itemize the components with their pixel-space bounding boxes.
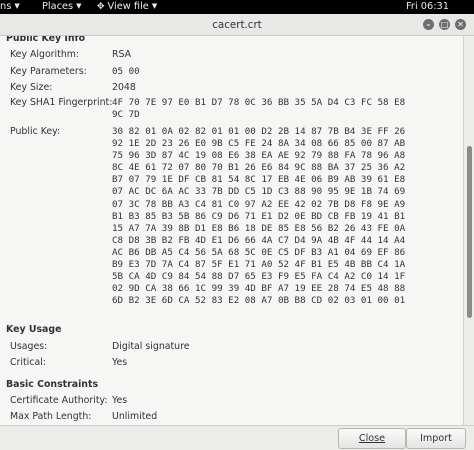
scrollbar-thumb[interactable] xyxy=(467,146,472,318)
usages-value: Digital signature xyxy=(112,341,190,352)
critical-value: Yes xyxy=(112,357,128,368)
vertical-scrollbar[interactable] xyxy=(463,36,474,425)
import-button-label: Import xyxy=(420,433,452,444)
minimize-icon[interactable]: – xyxy=(423,19,434,30)
key-size-label: Key Size: xyxy=(10,82,53,93)
places-menu-label: Places xyxy=(42,1,74,12)
section-heading-public-key-info: Public Key Info xyxy=(6,36,86,44)
top-panel: ns ▼ Places ▼ ✥ View file ▼ Fri 06:31 xyxy=(0,0,474,14)
chevron-down-icon: ▼ xyxy=(76,2,82,10)
clock[interactable]: Fri 06:31 xyxy=(406,0,449,14)
max-path-length-value: Unlimited xyxy=(112,411,158,422)
key-algorithm-value: RSA xyxy=(112,49,132,60)
key-fingerprint-value: 4F 70 7E 97 E0 B1 D7 78 0C 36 BB 35 5A D… xyxy=(112,97,406,121)
applications-menu-label: ns xyxy=(0,1,12,12)
window-titlebar: cacert.crt – □ ✕ xyxy=(0,14,474,36)
certificate-authority-label: Certificate Authority: xyxy=(10,395,108,406)
window-title: cacert.crt xyxy=(212,19,262,31)
view-file-menu[interactable]: ✥ View file ▼ xyxy=(97,0,157,14)
key-size-value: 2048 xyxy=(112,82,136,93)
section-heading-key-usage: Key Usage xyxy=(6,324,62,335)
applications-menu[interactable]: ns ▼ xyxy=(0,0,20,14)
usages-label: Usages: xyxy=(10,341,48,352)
view-file-menu-label: View file xyxy=(107,1,149,12)
public-key-value: 30 82 01 0A 02 82 01 01 00 D2 2B 14 87 7… xyxy=(112,126,406,307)
section-heading-basic-constraints: Basic Constraints xyxy=(6,379,99,390)
key-parameters-value: 05 00 xyxy=(112,66,140,77)
critical-label: Critical: xyxy=(10,357,46,368)
chevron-down-icon: ▼ xyxy=(14,2,20,10)
chevron-down-icon: ▼ xyxy=(151,2,158,10)
import-button[interactable]: Import xyxy=(406,428,466,449)
maximize-icon[interactable]: □ xyxy=(439,19,450,30)
key-parameters-label: Key Parameters: xyxy=(10,66,87,77)
max-path-length-label: Max Path Length: xyxy=(10,411,92,422)
close-button[interactable]: Close xyxy=(338,428,406,449)
certificate-authority-value: Yes xyxy=(112,395,128,406)
key-algorithm-label: Key Algorithm: xyxy=(10,49,80,60)
places-menu[interactable]: Places ▼ xyxy=(42,0,82,14)
close-icon[interactable]: ✕ xyxy=(455,19,466,30)
dialog-footer: Close Import xyxy=(0,425,474,450)
key-fingerprint-label: Key SHA1 Fingerprint: xyxy=(10,97,113,108)
close-button-label: Close xyxy=(358,433,386,444)
certificate-details: Public Key Info Key Algorithm: RSA Key P… xyxy=(0,36,462,425)
public-key-label: Public Key: xyxy=(10,126,61,137)
app-icon: ✥ xyxy=(97,2,105,12)
